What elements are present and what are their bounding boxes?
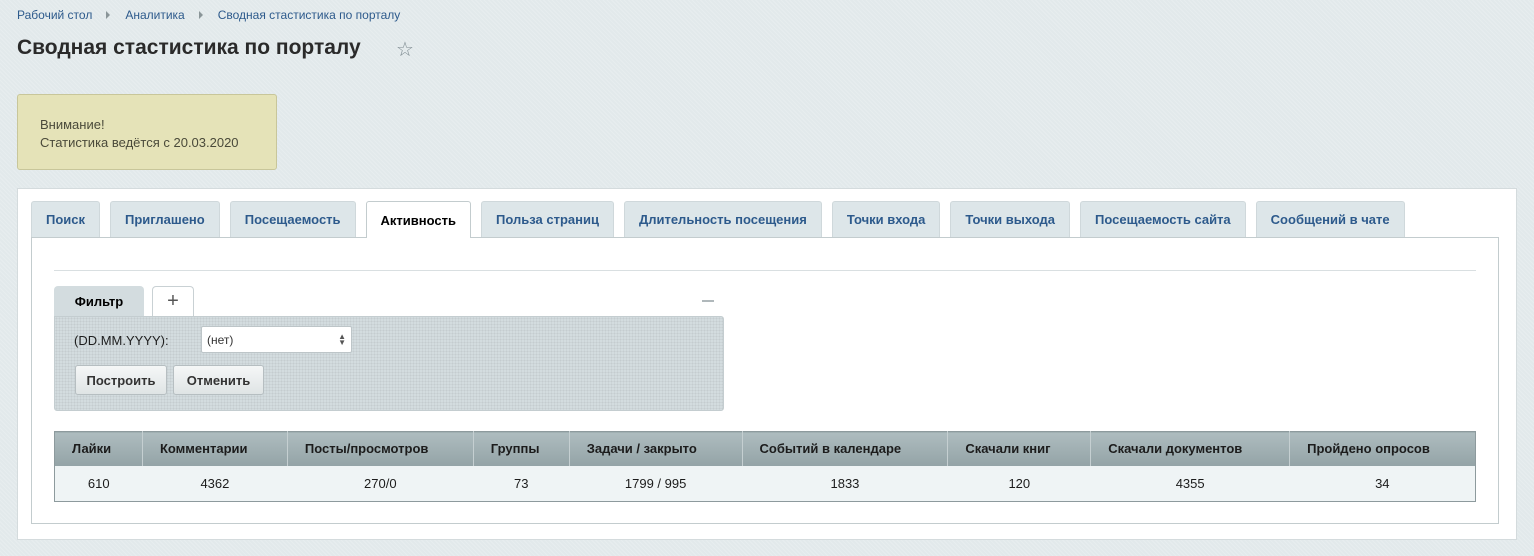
column-header[interactable]: Задачи / закрыто (569, 431, 743, 466)
column-header[interactable]: Посты/просмотров (287, 431, 474, 466)
table-cell: 1799 / 995 (569, 465, 743, 502)
column-header[interactable]: Комментарии (142, 431, 288, 466)
cancel-button[interactable]: Отменить (173, 365, 264, 395)
tab-9[interactable]: Сообщений в чате (1255, 201, 1405, 237)
column-header[interactable]: Скачали документов (1090, 431, 1291, 466)
breadcrumb-current[interactable]: Сводная стастистика по порталу (218, 8, 401, 22)
table-cell: 4355 (1090, 465, 1290, 502)
filter-body: (DD.MM.YYYY): (нет) ▲ ▼ Построить Отменит… (54, 316, 724, 411)
column-header[interactable]: Скачали книг (947, 431, 1092, 466)
tab-6[interactable]: Точки входа (831, 201, 941, 237)
date-select[interactable]: (нет) ▲ ▼ (201, 326, 352, 353)
tab-5[interactable]: Длительность посещения (623, 201, 822, 237)
tab-3[interactable]: Активность (365, 201, 471, 238)
select-arrows-icon: ▲ ▼ (338, 332, 346, 347)
chevron-right-icon (198, 11, 203, 19)
column-header[interactable]: Группы (473, 431, 570, 466)
page-title: Сводная стастистика по порталу (17, 36, 361, 59)
table-cell: 4362 (142, 465, 288, 502)
notice-box: Внимание! Статистика ведётся с 20.03.202… (17, 94, 277, 170)
table-cell: 73 (473, 465, 570, 502)
notice-title: Внимание! (40, 117, 105, 132)
table-cell: 1833 (742, 465, 948, 502)
chevron-right-icon (106, 11, 111, 19)
column-header[interactable]: Событий в календаре (742, 431, 949, 466)
tab-7[interactable]: Точки выхода (950, 201, 1071, 237)
table-cell: 34 (1289, 465, 1476, 502)
build-button[interactable]: Построить (75, 365, 167, 395)
tab-2[interactable]: Посещаемость (229, 201, 356, 237)
star-icon[interactable]: ☆ (396, 40, 416, 60)
tab-bar: Поиск Приглашено Посещаемость Активность Пол… (31, 201, 1415, 238)
tab-8[interactable]: Посещаемость сайта (1080, 201, 1246, 237)
add-filter-button[interactable]: + (152, 286, 194, 316)
stats-panel: Поиск Приглашено Посещаемость Активность Пол… (17, 188, 1517, 540)
table-header-row: Лайки Комментарии Посты/просмотров Группы За… (54, 431, 1476, 466)
tab-1[interactable]: Приглашено (110, 201, 220, 237)
stats-table: Лайки Комментарии Посты/просмотров Группы За… (54, 431, 1476, 502)
table-body: 610 4362 270/0 73 1799 / 995 1833 120 4355 34 (54, 465, 1476, 502)
tab-0[interactable]: Поиск (31, 201, 101, 237)
date-label: (DD.MM.YYYY): (74, 333, 169, 348)
date-select-value: (нет) (207, 333, 234, 347)
breadcrumb: Рабочий стол Аналитика Сводная стастисти… (17, 7, 400, 23)
table-cell: 610 (54, 465, 143, 502)
tab-4[interactable]: Польза страниц (481, 201, 614, 237)
column-header[interactable]: Лайки (54, 431, 143, 466)
minimize-icon[interactable] (702, 300, 714, 302)
filter-tab[interactable]: Фильтр (54, 286, 144, 317)
breadcrumb-analytics[interactable]: Аналитика (125, 8, 184, 22)
table-cell: 120 (947, 465, 1091, 502)
divider (54, 270, 1476, 271)
tab-content: Фильтр + (DD.MM.YYYY): (нет) ▲ ▼ Построит… (31, 237, 1499, 524)
notice-text: Статистика ведётся с 20.03.2020 (40, 135, 239, 150)
breadcrumb-desktop[interactable]: Рабочий стол (17, 8, 92, 22)
table-row: 610 4362 270/0 73 1799 / 995 1833 120 4355 34 (54, 465, 1476, 502)
column-header[interactable]: Пройдено опросов (1289, 431, 1476, 466)
table-cell: 270/0 (287, 465, 474, 502)
